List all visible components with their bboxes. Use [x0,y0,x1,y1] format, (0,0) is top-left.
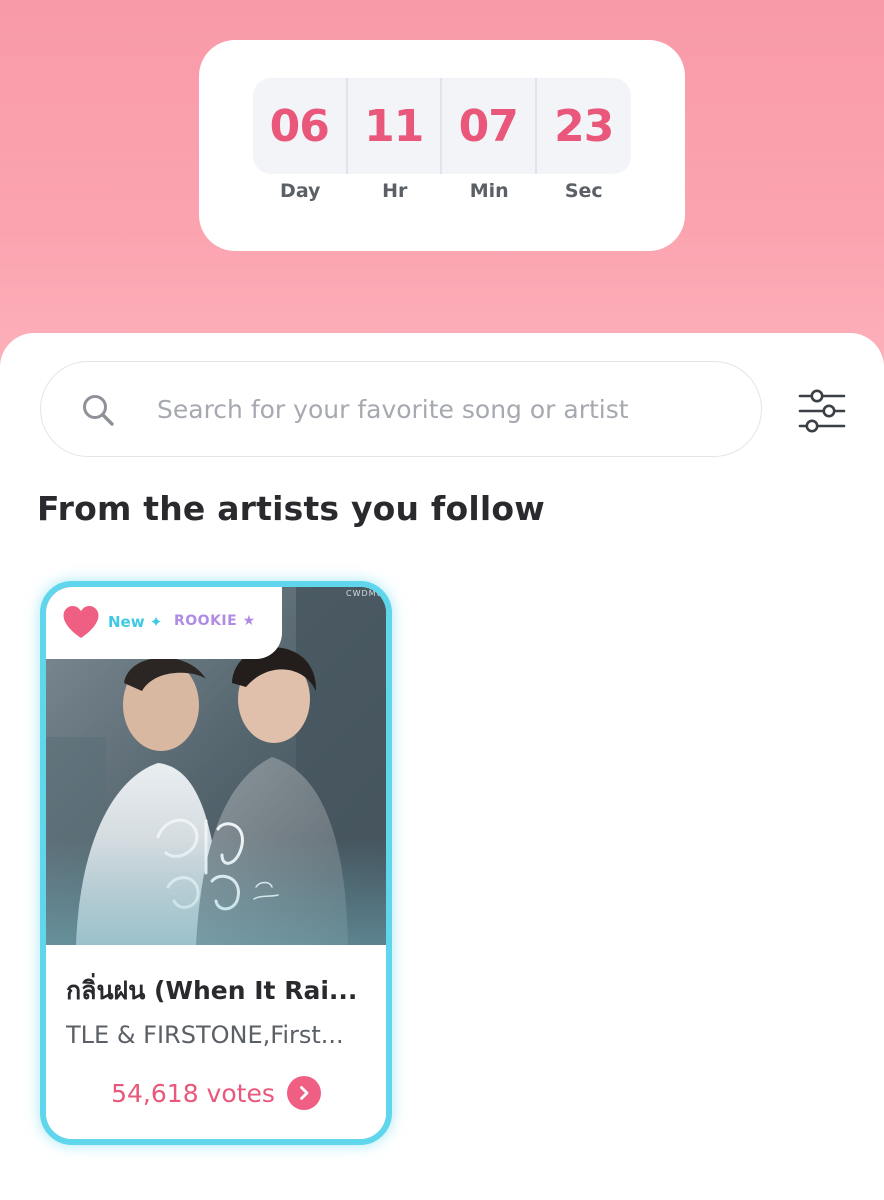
badge-panel: New ✦ ROOKIE ★ [46,587,282,659]
rookie-badge: ROOKIE ★ [174,613,256,629]
song-title: กลิ่นฝน (When It Rai... [66,976,358,1005]
album-cover: CWDMUSIC New ✦ ROOKIE ★ [46,587,386,945]
chevron-right-icon[interactable] [286,1076,321,1110]
search-bar[interactable] [40,361,762,457]
cover-label-watermark: CWDMUSIC [346,589,386,598]
search-icon [83,395,114,426]
countdown-minute-label: Min [469,180,509,202]
section-title: From the artists you follow [37,489,545,528]
song-card-body: กลิ่นฝน (When It Rai... TLE & FIRSTONE,F… [46,945,386,1139]
countdown-hours: 11 [348,78,442,174]
countdown-day-label: Day [280,180,321,202]
votes-row[interactable]: 54,618 votes [46,1073,386,1113]
filter-sliders-icon[interactable] [798,389,846,433]
countdown-second-label: Sec [564,180,603,202]
countdown-card: 06 11 07 23 Day Hr Min Sec [199,40,685,251]
search-input[interactable] [157,382,717,436]
countdown-hour-label: Hr [382,180,408,202]
countdown-seconds: 23 [554,100,614,152]
new-badge: New ✦ [108,613,163,631]
song-artist: TLE & FIRSTONE,First... [66,1021,344,1049]
heart-icon[interactable] [62,605,100,639]
countdown-timer: 06 11 07 23 [253,78,631,174]
vote-count: 54,618 votes [111,1078,275,1108]
countdown-labels: Day Hr Min Sec [253,180,631,202]
countdown-days: 06 [253,78,348,174]
song-card[interactable]: CWDMUSIC New ✦ ROOKIE ★ กลิ่นฝน (When It… [40,581,392,1145]
main-sheet: From the artists you follow [0,333,884,1200]
countdown-minutes: 07 [442,78,537,174]
